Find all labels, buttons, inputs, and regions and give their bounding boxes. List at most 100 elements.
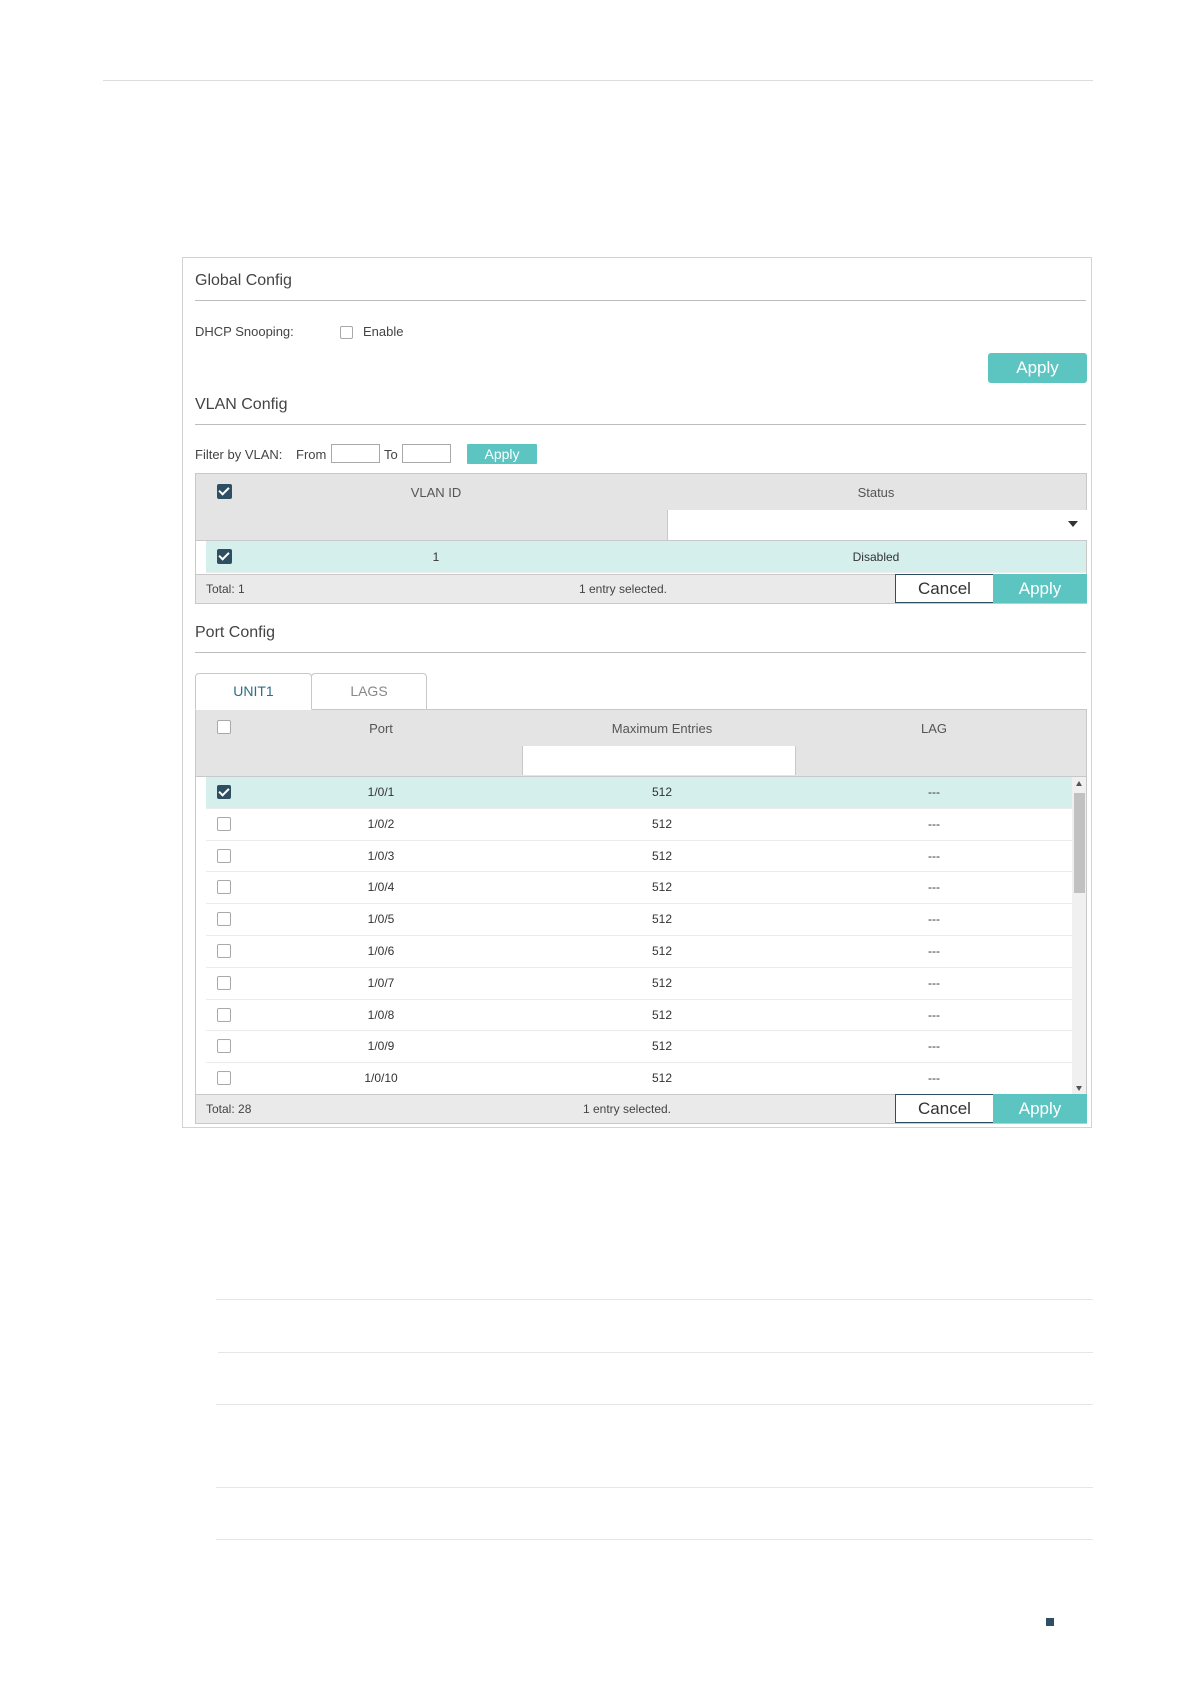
vlan-to-input[interactable] [402, 444, 451, 463]
port-filter-row [196, 746, 1086, 777]
max-entries-column-header[interactable]: Maximum Entries [526, 721, 798, 736]
row-checkbox[interactable] [217, 975, 231, 990]
port-cell: 1/0/1 [367, 785, 395, 799]
lag-cell: --- [928, 1071, 940, 1086]
port-selected-count: 1 entry selected. [582, 1102, 672, 1116]
row-checkbox[interactable] [217, 944, 231, 958]
row-checkbox[interactable] [217, 880, 231, 895]
max-entries-cell: 512 [651, 944, 673, 958]
port-table: Port Maximum Entries LAG 1/0/1 512 --- 1/0/… [195, 709, 1087, 1124]
to-label: To [384, 447, 398, 462]
status-filter-select[interactable] [667, 510, 1088, 540]
lag-cell: --- [928, 785, 940, 799]
row-checkbox[interactable] [217, 912, 231, 927]
table-row[interactable]: 1/0/8 512 --- [206, 1000, 1072, 1032]
row-checkbox[interactable] [217, 549, 232, 564]
lag-cell: --- [928, 816, 940, 831]
page-marker-icon [1046, 1618, 1054, 1626]
port-cell: 1/0/10 [364, 1071, 398, 1086]
max-entries-cell: 512 [651, 1039, 673, 1054]
port-cell: 1/0/9 [367, 1039, 395, 1054]
max-entries-cell: 512 [651, 975, 673, 990]
vlan-id-column-header[interactable]: VLAN ID [236, 485, 636, 500]
max-entries-filter-input[interactable] [522, 746, 796, 775]
from-label: From [296, 447, 327, 462]
table-row[interactable]: 1/0/3 512 --- [206, 841, 1072, 873]
row-checkbox[interactable] [217, 1071, 231, 1086]
table-row[interactable]: 1/0/1 512 --- [206, 777, 1072, 809]
dhcp-snooping-config-panel: Global Config DHCP Snooping: Enable Appl… [182, 257, 1092, 1128]
table-row[interactable]: 1/0/2 512 --- [206, 809, 1072, 841]
port-select-all-checkbox[interactable] [217, 720, 231, 734]
enable-checkbox[interactable] [340, 326, 353, 339]
port-cell: 1/0/2 [367, 816, 395, 831]
vlan-from-input[interactable] [331, 444, 380, 463]
global-config-title: Global Config [195, 272, 292, 289]
row-checkbox[interactable] [217, 816, 231, 831]
vlan-total-count: Total: 1 [206, 582, 245, 596]
vlan-table-header: VLAN ID Status [196, 474, 1086, 511]
vlan-select-all-checkbox[interactable] [217, 484, 232, 499]
port-cell: 1/0/4 [367, 880, 395, 895]
chevron-down-icon [1068, 521, 1078, 527]
status-cell: Disabled [852, 550, 900, 564]
max-entries-cell: 512 [651, 1071, 673, 1086]
max-entries-cell: 512 [651, 880, 673, 895]
divider-line [216, 1539, 1093, 1540]
row-checkbox[interactable] [217, 785, 231, 799]
scrollbar-thumb[interactable] [1074, 793, 1085, 893]
lag-cell: --- [928, 975, 940, 990]
port-column-header[interactable]: Port [236, 721, 526, 736]
lag-cell: --- [928, 912, 940, 927]
vlan-id-cell: 1 [432, 550, 440, 564]
port-cell: 1/0/8 [367, 1007, 395, 1022]
dhcp-snooping-label: DHCP Snooping: [195, 324, 294, 339]
table-row[interactable]: 1/0/9 512 --- [206, 1031, 1072, 1064]
port-table-footer: Total: 28 1 entry selected. Cancel Apply [196, 1094, 1087, 1123]
port-total-count: Total: 28 [206, 1102, 252, 1116]
tab-lags[interactable]: LAGS [311, 673, 427, 709]
filter-by-vlan-label: Filter by VLAN: [195, 447, 283, 462]
table-row[interactable]: 1/0/4 512 --- [206, 872, 1072, 905]
max-entries-cell: 512 [651, 785, 673, 799]
vlan-filter-row [196, 510, 1088, 541]
port-cell: 1/0/6 [367, 944, 395, 958]
lag-cell: --- [928, 848, 940, 863]
row-checkbox[interactable] [217, 1039, 231, 1054]
max-entries-cell: 512 [651, 848, 673, 863]
row-checkbox[interactable] [217, 848, 231, 863]
lag-column-header[interactable]: LAG [798, 721, 1070, 736]
vlan-table-footer: Total: 1 1 entry selected. Cancel Apply [196, 574, 1087, 603]
divider-line [216, 1487, 1093, 1488]
table-row[interactable]: 1 Disabled [206, 541, 1086, 573]
table-row[interactable]: 1/0/6 512 --- [206, 936, 1072, 968]
port-table-scrollbar[interactable] [1072, 777, 1086, 1095]
table-row[interactable]: 1/0/5 512 --- [206, 904, 1072, 936]
vlan-table: VLAN ID Status 1 Disabled Total: 1 1 entr… [195, 473, 1088, 604]
vlan-config-rule [195, 424, 1086, 425]
port-cell: 1/0/5 [367, 912, 395, 927]
status-column-header[interactable]: Status [666, 485, 1086, 500]
table-row[interactable]: 1/0/10 512 --- [206, 1063, 1072, 1095]
table-row[interactable]: 1/0/7 512 --- [206, 968, 1072, 1000]
vlan-selected-count: 1 entry selected. [578, 582, 668, 596]
lag-cell: --- [928, 944, 940, 958]
port-table-header: Port Maximum Entries LAG [196, 710, 1086, 747]
port-cell: 1/0/7 [367, 975, 395, 990]
tab-unit1[interactable]: UNIT1 [195, 673, 312, 710]
divider-line [216, 1299, 1093, 1300]
scroll-up-icon[interactable] [1076, 781, 1082, 786]
port-apply-button[interactable]: Apply [993, 1094, 1087, 1123]
max-entries-cell: 512 [651, 816, 673, 831]
divider-line [218, 1352, 1093, 1353]
vlan-filter-apply-button[interactable]: Apply [467, 444, 537, 464]
global-apply-button[interactable]: Apply [988, 353, 1087, 383]
vlan-cancel-button[interactable]: Cancel [895, 574, 994, 603]
port-cancel-button[interactable]: Cancel [895, 1094, 994, 1123]
header-rule [103, 80, 1093, 81]
row-checkbox[interactable] [217, 1007, 231, 1022]
port-config-rule [195, 652, 1086, 653]
lag-cell: --- [928, 1007, 940, 1022]
scroll-down-icon[interactable] [1076, 1086, 1082, 1091]
vlan-apply-button[interactable]: Apply [993, 574, 1087, 603]
